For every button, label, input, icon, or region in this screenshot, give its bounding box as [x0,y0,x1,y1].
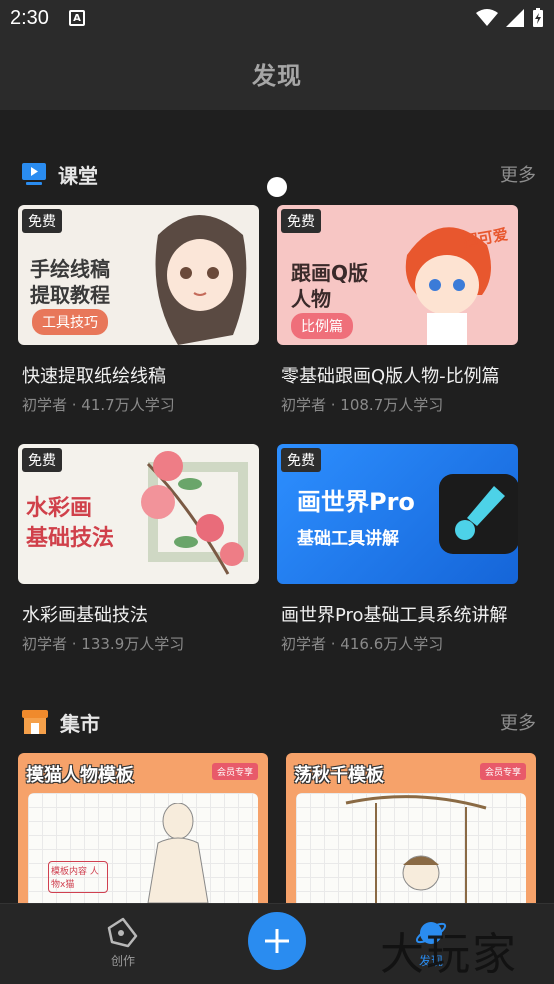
market-more-link[interactable]: 更多 [500,709,536,735]
market-title: 集市 [60,711,100,736]
watermark: 大玩家 [380,929,518,980]
course-title: 快速提取纸绘线稿 [22,366,166,387]
thumb-heading-2: 人物 [291,287,331,311]
course-title: 水彩画基础技法 [22,605,148,626]
swing-sketch [345,795,487,903]
status-bar: 2:30 A [0,0,554,36]
course-meta: 初学者 · 416.6万人学习 [281,635,444,653]
template-card[interactable]: 荡秋千模板 会员专享 [286,753,536,903]
nav-create-label: 创作 [110,954,135,968]
template-card[interactable]: 模板内容 人物x猫 摸猫人物模板 会员专享 [18,753,268,903]
notification-icon: A [68,10,85,26]
template-note: 模板内容 人物x猫 [48,861,108,893]
free-badge: 免费 [281,209,321,233]
flower-illustration [141,451,244,575]
template-label: 荡秋千模板 [294,765,384,786]
thumb-heading: 跟画Q版 [291,261,369,285]
thumb-heading-2: 基础工具讲解 [297,529,399,549]
course-meta: 初学者 · 41.7万人学习 [22,396,175,414]
app-logo-icon [439,474,518,554]
battery-icon [533,8,543,27]
add-button[interactable] [248,912,306,970]
course-meta: 初学者 · 133.9万人学习 [22,635,185,653]
signal-icon [506,9,524,27]
course-card[interactable]: 画世界Pro 基础工具讲解 免费 画世界Pro基础工具系统讲解 初学者 · 41… [277,444,518,654]
classroom-more-link[interactable]: 更多 [500,161,536,187]
course-card[interactable]: 超可爱 跟画Q版 人物 比例篇 免费 零基础跟画Q版人物-比例篇 初学者 · 1… [277,205,518,415]
figure-sketch [147,803,209,903]
plus-icon [265,929,289,953]
free-badge: 免费 [281,448,321,472]
thumb-tag: 比例篇 [291,313,353,339]
free-badge: 免费 [22,448,62,472]
thumb-heading: 手绘线稿 [30,257,110,281]
thumb-heading: 画世界Pro [297,488,415,516]
course-title: 画世界Pro基础工具系统讲解 [281,605,508,626]
template-preview: 模板内容 人物x猫 [28,793,258,903]
status-time: 2:30 [10,6,49,29]
thumb-tag: 工具技巧 [32,309,108,335]
course-card[interactable]: 水彩画 基础技法 免费 水彩画基础技法 初学者 · 133.9万人学习 [18,444,259,654]
course-thumbnail: 水彩画 基础技法 免费 [18,444,259,584]
thumb-heading: 水彩画 [26,496,93,521]
app-header: 发现 [0,36,554,110]
video-class-icon [22,163,46,185]
course-illustration [155,215,247,345]
nav-create[interactable]: 创作 [106,916,140,969]
course-thumbnail: 手绘线稿 提取教程 工具技巧 免费 [18,205,259,345]
shop-icon [22,710,48,734]
classroom-title: 课堂 [58,163,98,188]
course-thumbnail: 超可爱 跟画Q版 人物 比例篇 免费 [277,205,518,345]
thumb-heading-2: 提取教程 [30,283,110,307]
vip-badge: 会员专享 [479,763,526,780]
status-icons [476,8,544,28]
page-title: 发现 [252,61,302,90]
market-section-header: 集市 更多 [0,702,554,742]
template-preview [296,793,526,903]
thumb-heading-2: 基础技法 [26,526,115,551]
course-card[interactable]: 手绘线稿 提取教程 工具技巧 免费 快速提取纸绘线稿 初学者 · 41.7万人学… [18,205,259,415]
touch-indicator [267,177,287,197]
free-badge: 免费 [22,209,62,233]
template-label: 摸猫人物模板 [26,765,134,786]
vip-badge: 会员专享 [211,763,258,780]
wifi-icon [476,9,498,26]
course-title: 零基础跟画Q版人物-比例篇 [281,366,500,387]
course-thumbnail: 画世界Pro 基础工具讲解 免费 [277,444,518,584]
pen-nib-icon [107,917,138,948]
course-meta: 初学者 · 108.7万人学习 [281,396,444,414]
